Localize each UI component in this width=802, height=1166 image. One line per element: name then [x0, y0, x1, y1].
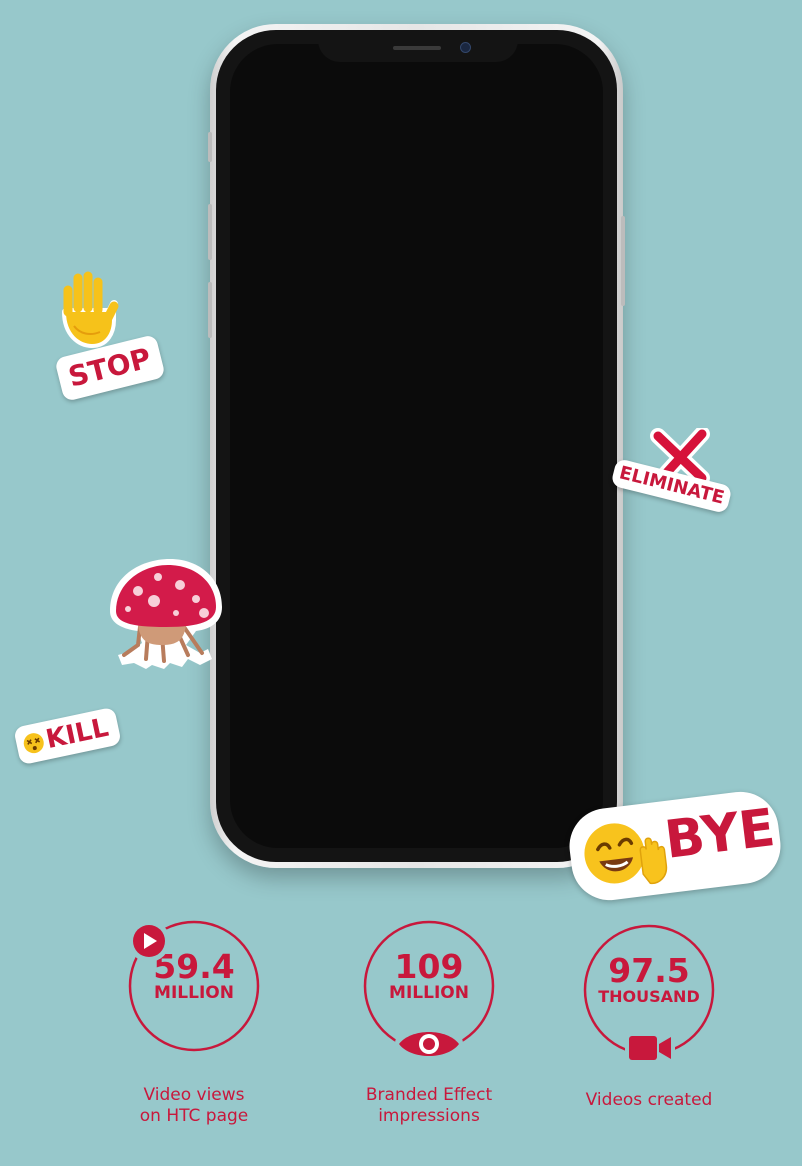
- bye-sticker-label: BYE: [661, 797, 779, 871]
- phone-bezel: [216, 30, 617, 862]
- raised-hand-icon: [62, 271, 119, 348]
- stat-value: 97.5: [608, 951, 690, 990]
- stat-label-line: Video views: [143, 1085, 245, 1105]
- stat-label-line: Branded Effect: [365, 1085, 493, 1105]
- eliminate-sticker: ELIMINATE: [610, 426, 733, 526]
- stat-label-line: impressions: [378, 1106, 480, 1126]
- play-icon: [128, 920, 170, 962]
- stat-ring: 59.4 MILLION: [128, 920, 260, 1052]
- phone-mockup: [208, 24, 625, 868]
- video-camera-icon: [625, 1030, 675, 1066]
- waving-smiley-icon: [584, 823, 668, 885]
- stat-value: 109: [394, 947, 464, 986]
- stat-label: Video views on HTC page: [114, 1085, 274, 1127]
- stat-label-line: Videos created: [585, 1090, 713, 1110]
- stat-unit: THOUSAND: [598, 987, 700, 1006]
- mushroom-creature-icon: [110, 559, 222, 669]
- stat-unit: MILLION: [154, 983, 234, 1003]
- stat-branded-effect-impressions: 109 MILLION Branded Effect impressions: [349, 920, 509, 1127]
- phone-mute-switch: [208, 132, 212, 162]
- phone-volume-down-button: [208, 282, 212, 338]
- phone-screen: [230, 44, 603, 848]
- phone-volume-up-button: [208, 204, 212, 260]
- front-camera-icon: [460, 42, 471, 53]
- stat-label: Branded Effect impressions: [349, 1085, 509, 1127]
- speaker-grille: [393, 46, 441, 50]
- stat-ring: 109 MILLION: [363, 920, 495, 1060]
- eye-icon: [395, 1028, 463, 1060]
- stop-sticker: STOP: [48, 268, 168, 403]
- phone-notch: [318, 30, 518, 62]
- stat-label-line: on HTC page: [139, 1106, 249, 1126]
- stat-unit: MILLION: [389, 983, 469, 1003]
- stat-label: Videos created: [569, 1090, 729, 1111]
- stat-videos-created: 97.5 THOUSAND Videos created: [569, 924, 729, 1111]
- phone-power-button: [621, 216, 625, 306]
- stat-ring: 97.5 THOUSAND: [583, 924, 715, 1066]
- kill-sticker: KILL: [13, 706, 122, 766]
- kill-sticker-label: KILL: [43, 712, 112, 756]
- dizzy-face-icon: [23, 733, 44, 754]
- stat-video-views: 59.4 MILLION Video views on HTC page: [114, 920, 274, 1127]
